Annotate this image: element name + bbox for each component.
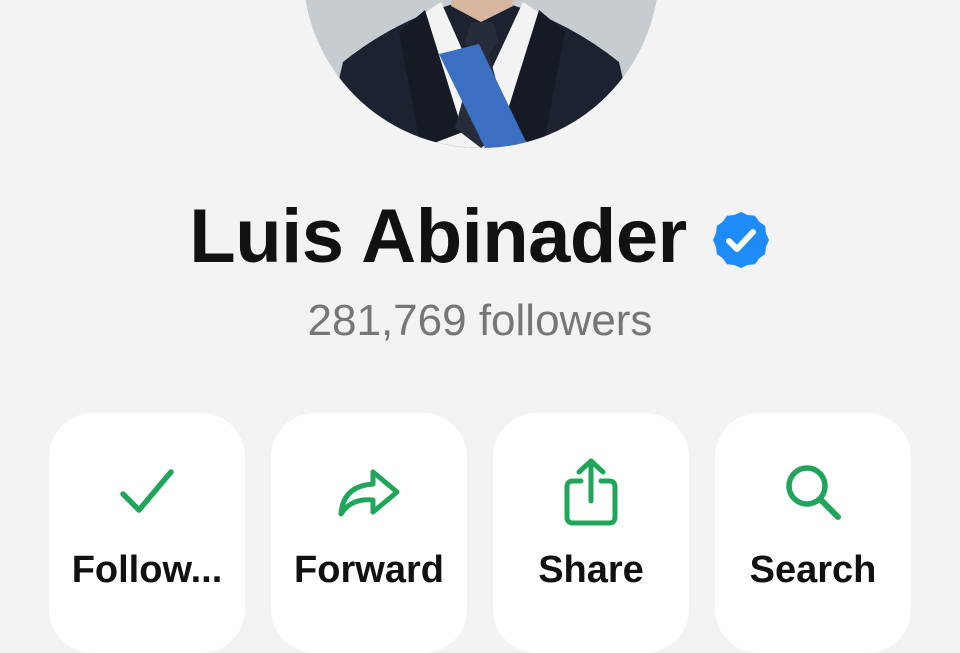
search-button[interactable]: Search — [715, 413, 911, 653]
share-button[interactable]: Share — [493, 413, 689, 653]
verified-badge-icon — [711, 210, 771, 270]
profile-avatar[interactable] — [303, 0, 659, 148]
forward-arrow-icon — [271, 457, 467, 527]
forward-button-label: Forward — [294, 549, 444, 591]
following-button[interactable]: Follow... — [49, 413, 245, 653]
share-icon — [493, 457, 689, 527]
share-button-label: Share — [538, 549, 644, 591]
search-button-label: Search — [749, 549, 877, 591]
followers-count: 281,769 followers — [307, 296, 653, 345]
search-icon — [715, 457, 911, 527]
forward-button[interactable]: Forward — [271, 413, 467, 653]
checkmark-icon — [49, 457, 245, 527]
profile-name-row: Luis Abinader — [0, 188, 960, 284]
profile-name: Luis Abinader — [189, 193, 687, 279]
following-button-label: Follow... — [71, 549, 223, 591]
